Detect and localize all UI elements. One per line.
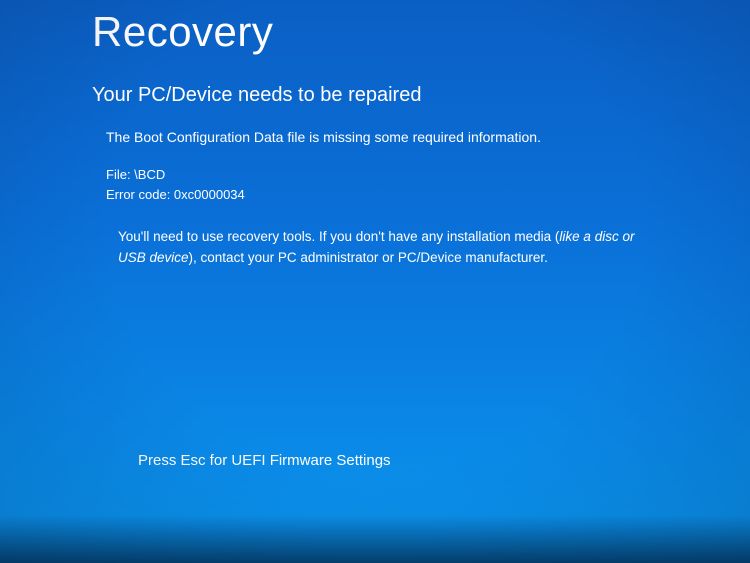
file-label: File: — [106, 167, 134, 182]
error-code-line: Error code: 0xc0000034 — [106, 185, 750, 205]
error-code-label: Error code: — [106, 187, 174, 202]
instructions-text-1: You'll need to use recovery tools. If yo… — [118, 229, 559, 244]
error-details-block: File: \BCD Error code: 0xc0000034 — [106, 165, 750, 205]
error-description: The Boot Configuration Data file is miss… — [106, 129, 750, 145]
esc-firmware-prompt: Press Esc for UEFI Firmware Settings — [138, 452, 391, 469]
recovery-title: Recovery — [92, 8, 750, 56]
recovery-subtitle: Your PC/Device needs to be repaired — [92, 84, 750, 107]
recovery-instructions: You'll need to use recovery tools. If yo… — [118, 227, 658, 268]
instructions-text-2: ), contact your PC administrator or PC/D… — [189, 250, 548, 265]
error-code-value: 0xc0000034 — [174, 187, 245, 202]
file-line: File: \BCD — [106, 165, 750, 185]
recovery-screen: Recovery Your PC/Device needs to be repa… — [0, 0, 750, 563]
file-value: \BCD — [134, 167, 165, 182]
